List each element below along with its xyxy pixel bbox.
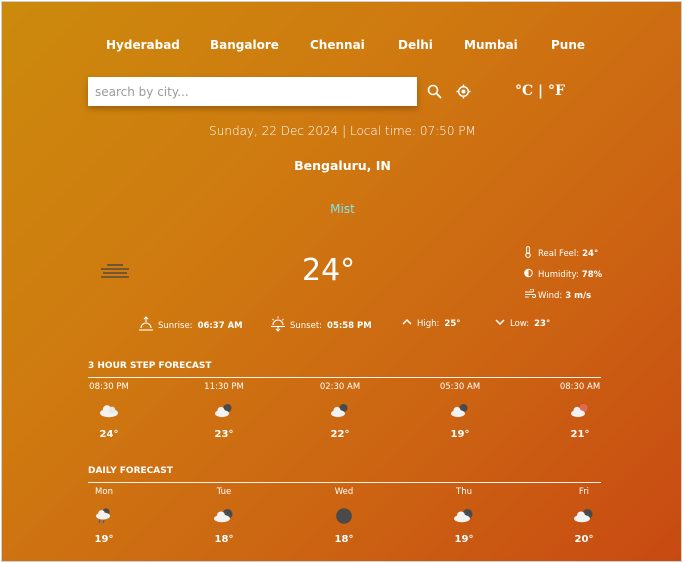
hourly-temp: 24° — [99, 429, 119, 440]
low-value: 23° — [534, 318, 551, 329]
city-nav: Hyderabad Bangalore Chennai Delhi Mumbai… — [2, 38, 681, 56]
daily-day: Fri — [578, 487, 590, 497]
high-value: 25° — [444, 318, 461, 329]
daily-divider — [88, 482, 601, 483]
sunrise-icon — [138, 316, 154, 335]
daily-forecast-title: DAILY FORECAST — [88, 466, 173, 476]
celsius-button[interactable]: °C — [515, 83, 533, 99]
search-input[interactable] — [88, 77, 412, 106]
location-icon[interactable] — [456, 84, 471, 103]
chevron-up-icon — [401, 316, 413, 331]
high-info: High: 25° — [401, 316, 461, 331]
chevron-down-icon — [494, 316, 506, 331]
humidity-value: 78% — [581, 269, 603, 280]
unit-toggle: °C | °F — [515, 83, 565, 99]
daily-item: Thu 19° — [434, 487, 494, 545]
daily-temp: 18° — [214, 534, 234, 545]
real-feel-value: 24° — [582, 248, 599, 259]
city-link-pune[interactable]: Pune — [551, 38, 585, 52]
hourly-temp: 22° — [330, 429, 350, 440]
wind-row: Wind: 3 m/s — [524, 285, 602, 306]
overcast-icon — [314, 507, 374, 529]
cloud-icon — [79, 402, 139, 424]
search-box — [88, 77, 417, 106]
hourly-temp: 21° — [570, 429, 590, 440]
night-cloud-icon — [430, 402, 490, 424]
night-cloud-icon — [194, 402, 254, 424]
humidity-label: Humidity: — [538, 269, 579, 280]
city-link-hyderabad[interactable]: Hyderabad — [106, 38, 180, 52]
wind-label: Wind: — [538, 290, 563, 301]
daily-item: Fri 20° — [554, 487, 614, 545]
low-info: Low: 23° — [494, 316, 550, 331]
wind-icon — [524, 288, 536, 302]
daily-temp: 18° — [334, 534, 354, 545]
daily-temp: 20° — [574, 534, 594, 545]
sun-cloud-icon — [550, 402, 610, 424]
current-details: Real Feel: 24° Humidity: 78% Wind: 3 m/s — [524, 243, 602, 306]
hourly-item: 11:30 PM 23° — [194, 382, 254, 440]
hourly-item: 08:30 PM 24° — [79, 382, 139, 440]
hourly-forecast-title: 3 HOUR STEP FORECAST — [88, 361, 212, 371]
real-feel-row: Real Feel: 24° — [524, 243, 602, 264]
daily-day: Wed — [334, 487, 354, 497]
daily-item: Tue 18° — [194, 487, 254, 545]
humidity-icon — [524, 268, 536, 281]
mist-icon — [99, 262, 131, 286]
hourly-temp: 19° — [450, 429, 470, 440]
hourly-time: 11:30 PM — [204, 382, 244, 392]
daily-item: Wed 18° — [314, 487, 374, 545]
fahrenheit-button[interactable]: °F — [548, 83, 565, 99]
thermometer-icon — [524, 246, 536, 261]
rain-cloud-icon — [74, 507, 134, 529]
night-cloud-icon — [310, 402, 370, 424]
hourly-temp: 23° — [214, 429, 234, 440]
hourly-item: 05:30 AM 19° — [430, 382, 490, 440]
city-link-mumbai[interactable]: Mumbai — [464, 38, 518, 52]
current-temperature: 24° — [302, 253, 356, 288]
dark-cloud-icon — [434, 507, 494, 529]
location-title: Bengaluru, IN — [294, 158, 391, 173]
sunset-info: Sunset: 05:58 PM — [270, 316, 372, 335]
city-link-bangalore[interactable]: Bangalore — [210, 38, 279, 52]
sunset-label: Sunset: — [290, 320, 323, 331]
high-label: High: — [417, 318, 440, 329]
hourly-time: 08:30 PM — [89, 382, 129, 392]
city-link-chennai[interactable]: Chennai — [310, 38, 365, 52]
sunset-value: 05:58 PM — [327, 320, 372, 331]
city-link-delhi[interactable]: Delhi — [398, 38, 433, 52]
daily-day: Tue — [216, 487, 232, 497]
humidity-row: Humidity: 78% — [524, 264, 602, 285]
daily-temp: 19° — [94, 534, 114, 545]
hourly-time: 05:30 AM — [439, 382, 481, 392]
wind-value: 3 m/s — [565, 290, 592, 301]
search-icon[interactable] — [427, 84, 442, 103]
daily-day: Thu — [456, 487, 472, 497]
sunrise-label: Sunrise: — [158, 320, 193, 331]
daily-temp: 19° — [454, 534, 474, 545]
hourly-time: 08:30 AM — [559, 382, 601, 392]
hourly-item: 08:30 AM 21° — [550, 382, 610, 440]
daily-item: Mon 19° — [74, 487, 134, 545]
dark-cloud-icon — [194, 507, 254, 529]
date-time: Sunday, 22 Dec 2024 | Local time: 07:50 … — [209, 124, 476, 138]
hourly-divider — [88, 377, 601, 378]
weather-condition: Mist — [330, 202, 355, 216]
hourly-item: 02:30 AM 22° — [310, 382, 370, 440]
hourly-time: 02:30 AM — [319, 382, 361, 392]
low-label: Low: — [510, 318, 530, 329]
sunrise-value: 06:37 AM — [197, 320, 243, 331]
real-feel-label: Real Feel: — [538, 248, 580, 259]
daily-day: Mon — [95, 487, 113, 497]
sun-row: Sunrise: 06:37 AM Sunset: 05:58 PM High:… — [2, 316, 681, 335]
weather-app: Hyderabad Bangalore Chennai Delhi Mumbai… — [1, 1, 682, 562]
sunrise-info: Sunrise: 06:37 AM — [138, 316, 243, 335]
dark-cloud-icon — [554, 507, 614, 529]
sunset-icon — [270, 316, 286, 335]
unit-separator: | — [538, 83, 544, 99]
